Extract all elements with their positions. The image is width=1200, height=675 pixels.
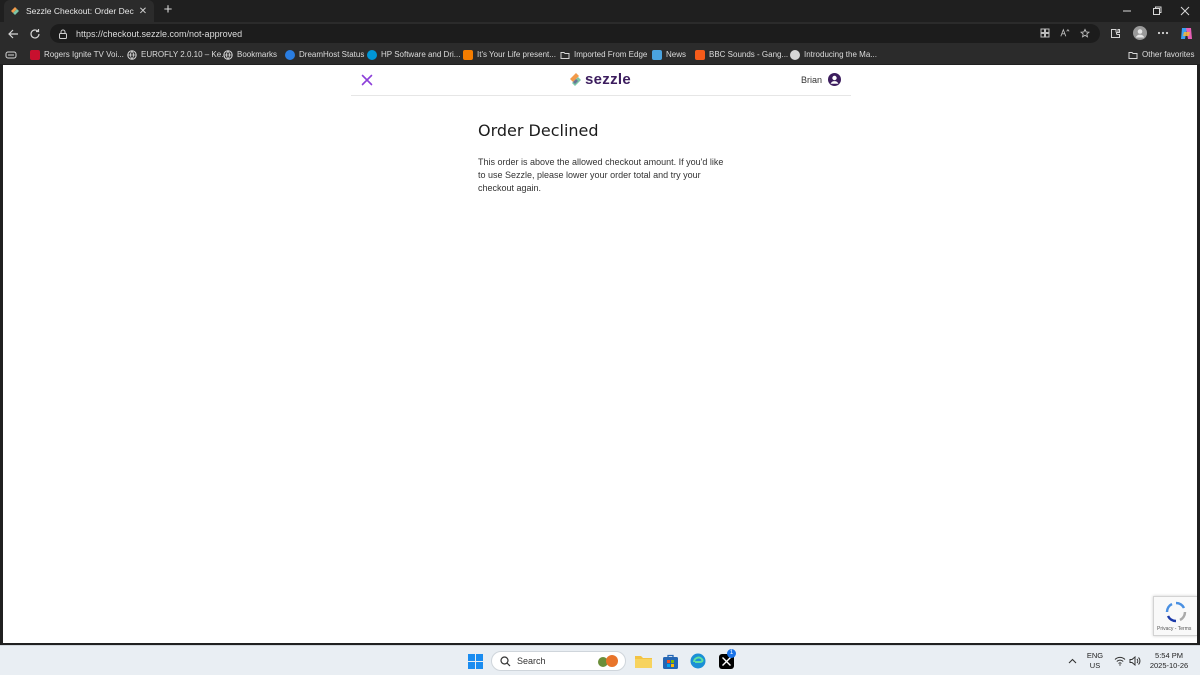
hp-favicon-icon bbox=[367, 49, 377, 60]
bookmarks-menu-icon[interactable] bbox=[5, 48, 17, 61]
bookmark-bbc-sounds[interactable]: BBC Sounds - Gang... bbox=[695, 48, 788, 61]
file-explorer-icon[interactable] bbox=[634, 652, 652, 670]
bookmark-eurofly[interactable]: EUROFLY 2.0.10 – Ke... bbox=[127, 48, 228, 61]
app-available-icon[interactable] bbox=[1040, 27, 1050, 39]
user-name: Brian bbox=[800, 74, 822, 85]
page-viewport: sezzle Brian Order Declined This order i… bbox=[3, 65, 1197, 643]
navigation-bar: https://checkout.sezzle.com/not-approved bbox=[0, 22, 1200, 45]
address-bar[interactable]: https://checkout.sezzle.com/not-approved bbox=[50, 24, 1100, 43]
sezzle-favicon-icon bbox=[11, 7, 19, 15]
recaptcha-text[interactable]: Privacy - Terms bbox=[1157, 626, 1191, 632]
recaptcha-icon bbox=[1165, 601, 1187, 623]
globe-icon bbox=[127, 49, 137, 60]
folder-icon bbox=[560, 51, 570, 59]
extensions-icon[interactable] bbox=[1108, 25, 1122, 41]
x-notification-badge: 1 bbox=[727, 649, 736, 658]
declined-message: This order is above the allowed checkout… bbox=[478, 157, 724, 193]
more-options-icon[interactable] bbox=[1156, 25, 1170, 41]
edge-browser-icon[interactable] bbox=[689, 652, 707, 670]
recaptcha-badge[interactable]: Privacy - Terms bbox=[1153, 596, 1197, 636]
bookmark-bookmarks[interactable]: Bookmarks bbox=[223, 48, 277, 61]
bookmark-news[interactable]: News bbox=[652, 48, 686, 61]
page-title: Order Declined bbox=[478, 121, 599, 140]
logo-text: sezzle bbox=[585, 71, 631, 88]
search-label: Search bbox=[517, 656, 546, 666]
tab-sezzle-checkout[interactable]: Sezzle Checkout: Order Declined ✕ bbox=[4, 0, 154, 22]
tab-close-icon[interactable]: ✕ bbox=[138, 6, 148, 17]
show-hidden-icons-chevron-icon[interactable] bbox=[1063, 652, 1081, 670]
dreamhost-favicon-icon bbox=[285, 49, 295, 60]
minimize-icon[interactable] bbox=[1112, 0, 1142, 22]
clock[interactable]: 5:54 PM 2025-10-26 bbox=[1143, 651, 1195, 671]
rogers-favicon-icon bbox=[30, 49, 40, 60]
read-aloud-icon[interactable] bbox=[1060, 27, 1070, 39]
volume-icon[interactable] bbox=[1126, 652, 1144, 670]
bookmark-rogers[interactable]: Rogers Ignite TV Voi... bbox=[30, 48, 124, 61]
site-info-icon[interactable] bbox=[58, 29, 68, 39]
taskbar-search[interactable]: Search bbox=[491, 651, 626, 671]
back-arrow-icon[interactable] bbox=[5, 26, 21, 42]
windows-start-icon[interactable] bbox=[466, 652, 484, 670]
other-favorites[interactable]: Other favorites bbox=[1128, 48, 1194, 61]
tab-title: Sezzle Checkout: Order Declined bbox=[26, 6, 134, 16]
sezzle-logo-icon bbox=[570, 73, 581, 86]
bookmark-its-your-life[interactable]: It's Your Life present... bbox=[463, 48, 556, 61]
bookmarks-bar: Rogers Ignite TV Voi... EUROFLY 2.0.10 –… bbox=[0, 45, 1200, 64]
language-indicator[interactable]: ENG US bbox=[1083, 651, 1107, 671]
taskbar: Search 1 ENG US 5:54 PM 2025-10-26 bbox=[0, 645, 1200, 675]
search-highlight-icon bbox=[598, 655, 618, 667]
checkout-header: sezzle Brian bbox=[351, 65, 851, 96]
close-icon[interactable] bbox=[359, 72, 375, 88]
reload-icon[interactable] bbox=[27, 26, 43, 42]
user-account-icon bbox=[828, 73, 841, 86]
bbc-sounds-favicon-icon bbox=[695, 49, 705, 60]
search-icon bbox=[500, 655, 511, 666]
copilot-icon[interactable] bbox=[1178, 25, 1194, 41]
bookmark-dreamhost[interactable]: DreamHost Status bbox=[285, 48, 364, 61]
profile-avatar[interactable] bbox=[1132, 25, 1148, 41]
declined-content: Order Declined This order is above the a… bbox=[478, 121, 728, 195]
restore-icon[interactable] bbox=[1142, 0, 1172, 22]
new-tab-button[interactable]: + bbox=[160, 2, 176, 18]
bookmark-introducing[interactable]: Introducing the Ma... bbox=[790, 48, 877, 61]
user-menu[interactable]: Brian bbox=[801, 73, 841, 86]
window-close-icon[interactable] bbox=[1170, 0, 1200, 22]
folder-icon bbox=[1128, 51, 1138, 59]
globe-icon bbox=[223, 49, 233, 60]
url-text[interactable]: https://checkout.sezzle.com/not-approved bbox=[76, 29, 242, 39]
bookmark-imported-from-edge[interactable]: Imported From Edge bbox=[560, 48, 647, 61]
bookmark-hp[interactable]: HP Software and Dri... bbox=[367, 48, 460, 61]
microsoft-store-icon[interactable] bbox=[661, 652, 679, 670]
tab-strip: Sezzle Checkout: Order Declined ✕ + bbox=[0, 0, 1200, 22]
news-favicon-icon bbox=[652, 49, 662, 60]
sezzle-logo: sezzle bbox=[569, 71, 631, 88]
blogger-favicon-icon bbox=[463, 49, 473, 60]
favorite-star-icon[interactable] bbox=[1080, 27, 1090, 39]
wordpress-favicon-icon bbox=[790, 49, 800, 60]
